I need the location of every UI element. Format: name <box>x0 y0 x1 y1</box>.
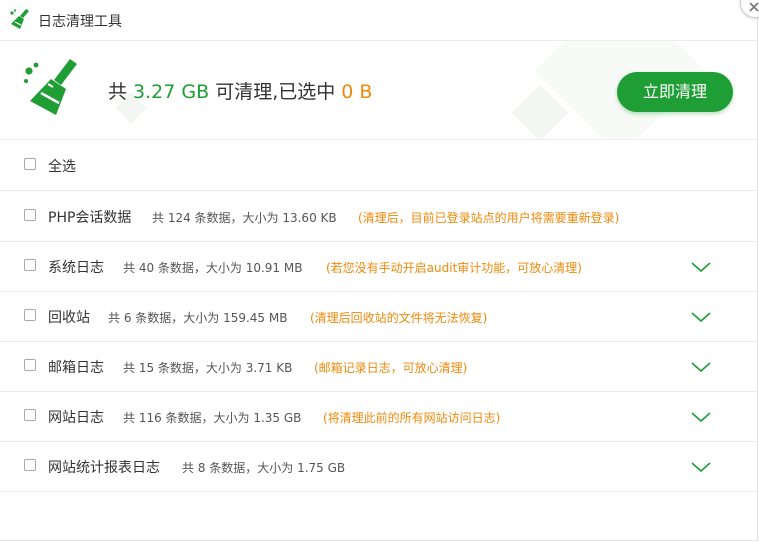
item-stats: 共 40 条数据，大小为 10.91 MB <box>123 261 303 275</box>
item-stats: 共 6 条数据，大小为 159.45 MB <box>108 311 288 325</box>
chevron-down-icon[interactable] <box>690 460 712 474</box>
summary-header: 共 3.27 GB 可清理,已选中 0 B 立即清理 <box>0 41 757 140</box>
selected-size: 0 B <box>341 81 373 103</box>
log-cleaner-window: 日志清理工具 共 3.27 GB 可清理,已选中 0 B 立即清理 全选 PHP… <box>0 0 758 541</box>
clean-now-button[interactable]: 立即清理 <box>617 72 733 112</box>
item-name: PHP会话数据 <box>48 210 132 226</box>
select-all-label: 全选 <box>48 159 76 175</box>
window-title: 日志清理工具 <box>38 14 122 30</box>
item-checkbox[interactable] <box>24 209 36 221</box>
summary-prefix: 共 <box>108 81 134 103</box>
list-item[interactable]: 网站统计报表日志 共 8 条数据，大小为 1.75 GB <box>0 441 757 492</box>
item-note: (清理后，目前已登录站点的用户将需要重新登录) <box>358 211 620 225</box>
item-stats: 共 15 条数据，大小为 3.71 KB <box>123 361 293 375</box>
list-item[interactable]: PHP会话数据 共 124 条数据，大小为 13.60 KB (清理后，目前已登… <box>0 191 757 242</box>
item-note: (若您没有手动开启audit审计功能，可放心清理) <box>326 261 582 275</box>
item-stats: 共 8 条数据，大小为 1.75 GB <box>182 461 346 475</box>
chevron-down-icon[interactable] <box>690 360 712 374</box>
item-note: (清理后回收站的文件将无法恢复) <box>310 311 488 325</box>
item-checkbox[interactable] <box>24 259 36 271</box>
item-stats: 共 124 条数据，大小为 13.60 KB <box>152 211 337 225</box>
item-name: 系统日志 <box>48 260 104 276</box>
broom-icon <box>24 59 77 115</box>
select-all-row[interactable]: 全选 <box>0 140 757 191</box>
broom-icon <box>10 9 29 29</box>
close-icon <box>749 2 759 12</box>
list-item[interactable]: 系统日志 共 40 条数据，大小为 10.91 MB (若您没有手动开启audi… <box>0 241 757 292</box>
select-all-checkbox[interactable] <box>24 158 36 170</box>
item-name: 网站日志 <box>48 410 104 426</box>
cleanup-summary: 共 3.27 GB 可清理,已选中 0 B <box>108 77 372 104</box>
item-stats: 共 116 条数据，大小为 1.35 GB <box>123 411 302 425</box>
list-item[interactable]: 回收站 共 6 条数据，大小为 159.45 MB (清理后回收站的文件将无法恢… <box>0 291 757 342</box>
summary-middle: 可清理,已选中 <box>209 81 342 103</box>
list-item[interactable]: 邮箱日志 共 15 条数据，大小为 3.71 KB (邮箱记录日志，可放心清理) <box>0 341 757 392</box>
item-checkbox[interactable] <box>24 409 36 421</box>
item-checkbox[interactable] <box>24 459 36 471</box>
item-checkbox[interactable] <box>24 309 36 321</box>
item-name: 邮箱日志 <box>48 360 104 376</box>
list-item[interactable]: 网站日志 共 116 条数据，大小为 1.35 GB (将清理此前的所有网站访问… <box>0 391 757 442</box>
chevron-down-icon[interactable] <box>690 310 712 324</box>
item-note: (将清理此前的所有网站访问日志) <box>323 411 501 425</box>
total-size: 3.27 GB <box>133 81 210 103</box>
item-name: 回收站 <box>48 310 90 326</box>
item-checkbox[interactable] <box>24 359 36 371</box>
chevron-down-icon[interactable] <box>690 260 712 274</box>
chevron-down-icon[interactable] <box>690 410 712 424</box>
title-bar: 日志清理工具 <box>0 0 757 41</box>
item-note: (邮箱记录日志，可放心清理) <box>314 361 468 375</box>
item-name: 网站统计报表日志 <box>48 460 160 476</box>
